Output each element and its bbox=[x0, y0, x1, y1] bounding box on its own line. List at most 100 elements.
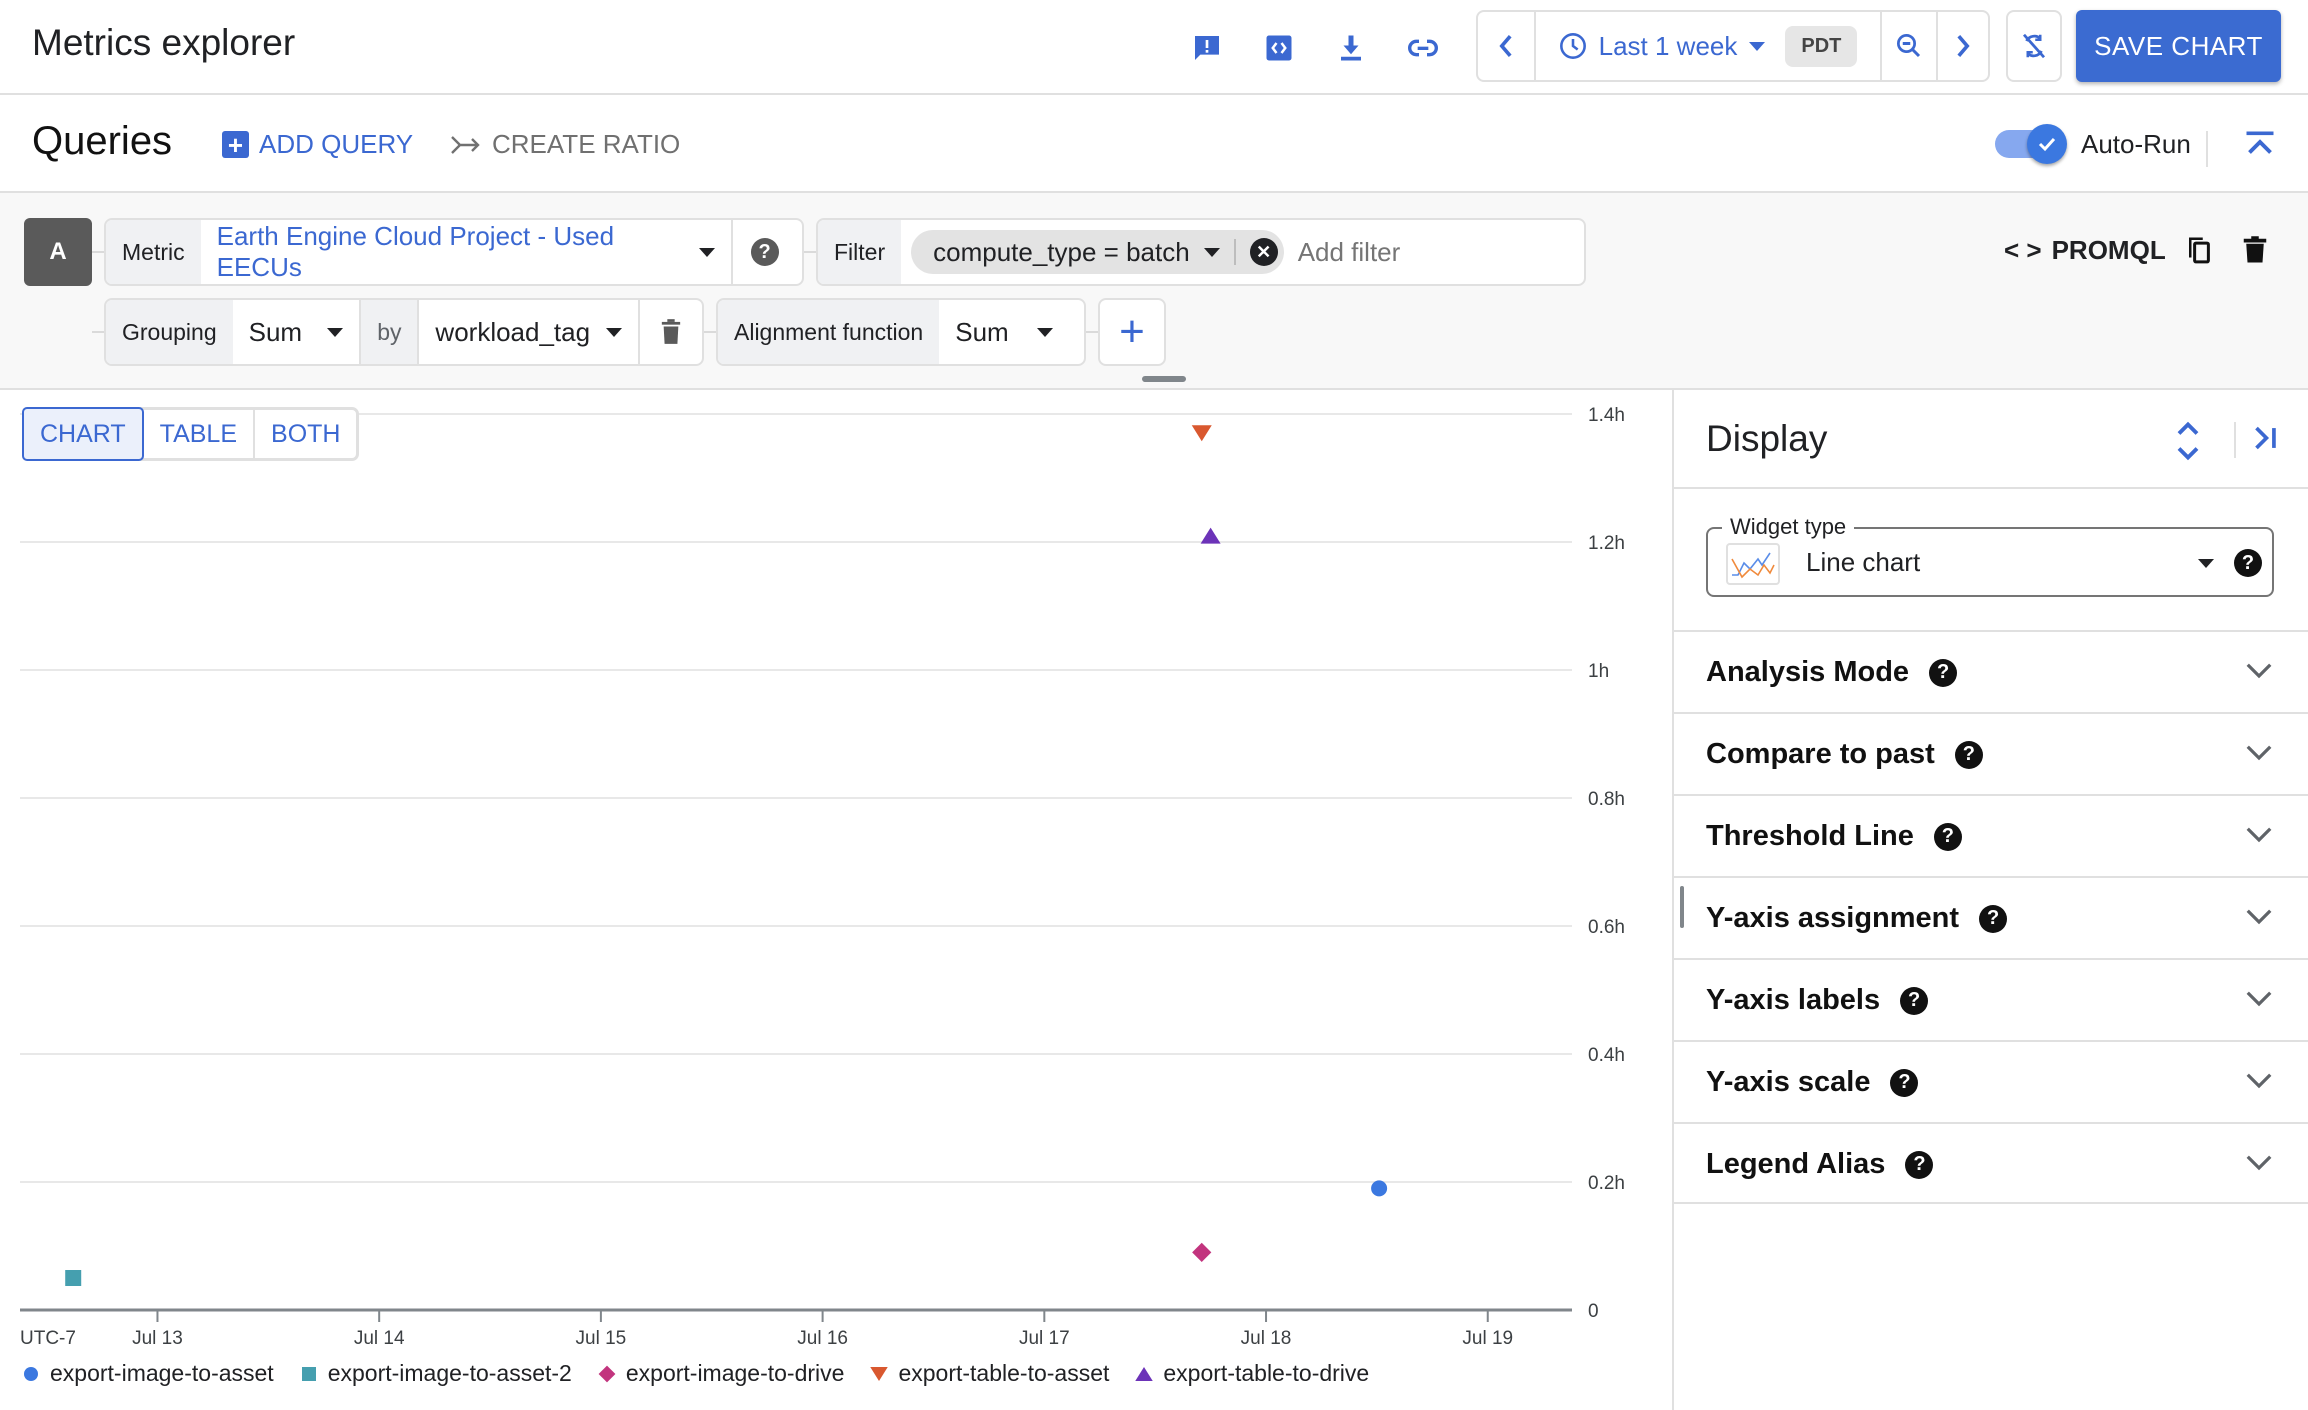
create-ratio-button[interactable]: CREATE RATIO bbox=[450, 129, 680, 160]
grouping-box: Grouping Sum by workload_tag bbox=[104, 298, 704, 366]
separator bbox=[1233, 239, 1236, 265]
chevron-down-icon[interactable] bbox=[2244, 660, 2274, 687]
legend-item[interactable]: export-image-to-drive bbox=[598, 1360, 844, 1387]
add-filter-input[interactable]: Add filter bbox=[1284, 220, 1401, 284]
section-label: Legend Alias bbox=[1706, 1148, 1886, 1180]
view-chart-button[interactable]: CHART bbox=[22, 407, 144, 461]
view-table-button[interactable]: TABLE bbox=[144, 410, 256, 458]
help-icon[interactable]: ? bbox=[1929, 658, 1958, 687]
api-code-button[interactable] bbox=[1259, 28, 1299, 68]
display-section[interactable]: Y-axis assignment? bbox=[1674, 876, 2308, 958]
y-tick-label: 0.6h bbox=[1588, 917, 1625, 938]
legend-marker-circle-icon bbox=[24, 1366, 38, 1381]
y-tick-label: 0.2h bbox=[1588, 1173, 1625, 1194]
delete-grouping-button[interactable] bbox=[640, 300, 702, 364]
chevron-down-icon[interactable] bbox=[2244, 1070, 2274, 1097]
zoom-out-button[interactable] bbox=[1882, 12, 1938, 80]
time-back-button[interactable] bbox=[1478, 12, 1536, 80]
collapse-up-icon bbox=[2246, 131, 2274, 154]
alignment-dropdown[interactable]: Sum bbox=[939, 300, 1069, 364]
help-icon[interactable]: ? bbox=[1900, 986, 1929, 1015]
help-icon[interactable]: ? bbox=[2234, 549, 2262, 577]
filter-chip[interactable]: compute_type = batch ✕ bbox=[911, 230, 1284, 274]
copy-link-button[interactable] bbox=[1403, 28, 1443, 68]
legend-item[interactable]: export-table-to-asset bbox=[870, 1360, 1109, 1387]
group-by-dropdown[interactable]: workload_tag bbox=[419, 300, 638, 364]
queries-title: Queries bbox=[32, 119, 173, 163]
queries-header: Queries + ADD QUERY CREATE RATIO Auto-Ru… bbox=[0, 95, 2308, 193]
display-section[interactable]: Analysis Mode? bbox=[1674, 630, 2308, 712]
chevron-right-icon bbox=[1957, 35, 1970, 57]
by-label: by bbox=[361, 300, 418, 364]
filter-chip-label: compute_type = batch bbox=[933, 236, 1190, 267]
promql-button[interactable]: < > PROMQL bbox=[2004, 235, 2166, 266]
y-tick-label: 0.8h bbox=[1588, 789, 1625, 810]
help-icon[interactable]: ? bbox=[1933, 822, 1962, 851]
y-tick-label: 0 bbox=[1588, 1301, 1599, 1322]
help-icon[interactable]: ? bbox=[1905, 1150, 1934, 1179]
help-icon[interactable]: ? bbox=[1954, 740, 1983, 769]
grouping-dropdown[interactable]: Sum bbox=[233, 300, 360, 364]
autorun-toggle[interactable]: Auto-Run bbox=[1995, 124, 2191, 164]
metric-label: Metric bbox=[106, 220, 201, 284]
divider bbox=[2206, 131, 2208, 167]
help-icon[interactable]: ? bbox=[1979, 904, 2008, 933]
add-query-button[interactable]: + ADD QUERY bbox=[222, 129, 413, 160]
legend-marker-triangle-up-icon bbox=[1135, 1366, 1154, 1381]
save-chart-button[interactable]: SAVE CHART bbox=[2076, 10, 2281, 82]
feedback-button[interactable] bbox=[1187, 28, 1227, 68]
alignment-value: Sum bbox=[955, 316, 1009, 347]
chevron-down-icon[interactable] bbox=[2244, 988, 2274, 1015]
section-title: Y-axis scale? bbox=[1706, 1066, 1919, 1099]
section-title: Y-axis assignment? bbox=[1706, 902, 2008, 935]
chevron-down-icon[interactable] bbox=[2244, 906, 2274, 933]
display-section[interactable]: Y-axis labels? bbox=[1674, 958, 2308, 1040]
chevron-down-icon[interactable] bbox=[2244, 1152, 2274, 1179]
display-section[interactable]: Compare to past? bbox=[1674, 712, 2308, 794]
remove-filter-icon[interactable]: ✕ bbox=[1249, 238, 1278, 266]
legend-item[interactable]: export-image-to-asset bbox=[22, 1360, 274, 1387]
scroll-indicator bbox=[1680, 886, 1684, 928]
chevron-down-icon[interactable] bbox=[2244, 824, 2274, 851]
data-point-export-image-to-asset-2 bbox=[65, 1270, 82, 1286]
expand-collapse-all-button[interactable] bbox=[2170, 418, 2206, 469]
help-icon[interactable]: ? bbox=[1890, 1068, 1919, 1097]
x-tick-label: Jul 14 bbox=[354, 1328, 405, 1349]
timezone-badge[interactable]: PDT bbox=[1785, 25, 1858, 67]
metric-dropdown[interactable]: Earth Engine Cloud Project - Used EECUs bbox=[201, 220, 731, 284]
legend-item[interactable]: export-image-to-asset-2 bbox=[300, 1360, 572, 1387]
alignment-box: Alignment function Sum bbox=[716, 298, 1086, 366]
toggle-switch[interactable] bbox=[1995, 124, 2067, 164]
widget-type-select[interactable]: Widget type Line chart ? bbox=[1706, 514, 2274, 597]
link-icon bbox=[1408, 39, 1438, 57]
last-page-icon bbox=[2255, 426, 2276, 450]
query-label-a[interactable]: A bbox=[24, 218, 92, 286]
section-title: Y-axis labels? bbox=[1706, 984, 1929, 1017]
chevron-down-icon[interactable] bbox=[2244, 742, 2274, 769]
download-icon bbox=[1341, 35, 1361, 61]
time-range-selector[interactable]: Last 1 week PDT bbox=[1536, 12, 1882, 80]
display-section[interactable]: Y-axis scale? bbox=[1674, 1040, 2308, 1122]
top-bar: Metrics explorer Last 1 week PDT SAVE CH… bbox=[0, 0, 2308, 95]
x-tick-label: Jul 15 bbox=[576, 1328, 627, 1349]
data-point-export-table-to-asset bbox=[1191, 425, 1212, 442]
time-forward-button[interactable] bbox=[1938, 12, 1988, 80]
trash-icon bbox=[2243, 236, 2267, 263]
metric-help-button[interactable]: ? bbox=[733, 220, 797, 284]
y-tick-label: 1h bbox=[1588, 661, 1609, 682]
section-title: Analysis Mode? bbox=[1706, 656, 1958, 689]
download-button[interactable] bbox=[1331, 28, 1371, 68]
add-operation-button[interactable]: + bbox=[1098, 298, 1166, 366]
legend-item[interactable]: export-table-to-drive bbox=[1135, 1360, 1369, 1387]
duplicate-query-button[interactable] bbox=[2184, 233, 2214, 272]
y-tick-label: 1.4h bbox=[1588, 405, 1625, 426]
collapse-panel-button[interactable] bbox=[2248, 420, 2282, 461]
resize-handle[interactable] bbox=[1142, 376, 1186, 382]
view-both-button[interactable]: BOTH bbox=[255, 410, 356, 458]
collapse-queries-button[interactable] bbox=[2242, 127, 2278, 163]
trash-icon bbox=[661, 319, 681, 344]
display-section[interactable]: Legend Alias? bbox=[1674, 1122, 2308, 1204]
delete-query-button[interactable] bbox=[2240, 233, 2270, 272]
sync-off-button[interactable] bbox=[2006, 10, 2062, 82]
display-section[interactable]: Threshold Line? bbox=[1674, 794, 2308, 876]
